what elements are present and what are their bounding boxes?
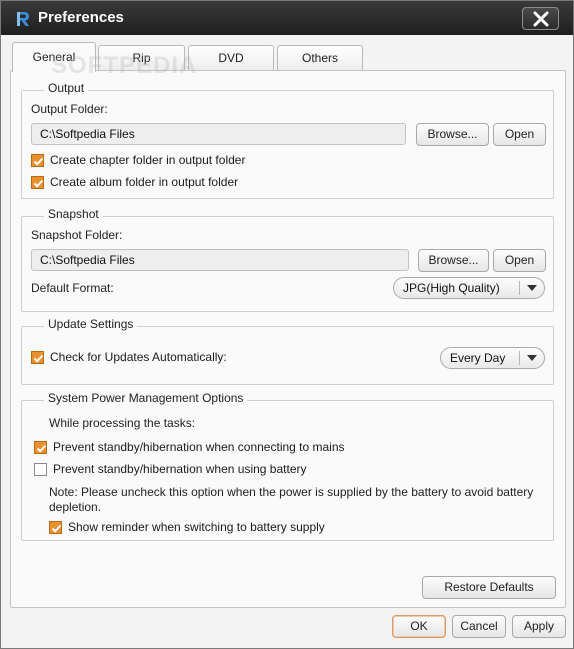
restore-defaults-button[interactable]: Restore Defaults xyxy=(422,576,556,599)
update-settings-legend: Update Settings xyxy=(44,317,138,331)
prevent-battery-label: Prevent standby/hibernation when using b… xyxy=(53,462,307,476)
album-folder-label: Create album folder in output folder xyxy=(50,175,239,189)
apply-button[interactable]: Apply xyxy=(512,615,566,638)
chapter-folder-checkbox[interactable] xyxy=(31,153,44,167)
auto-update-label: Check for Updates Automatically: xyxy=(50,350,227,364)
tab-general[interactable]: General xyxy=(12,42,96,72)
output-folder-label: Output Folder: xyxy=(31,102,108,116)
prevent-mains-label: Prevent standby/hibernation when connect… xyxy=(53,440,345,454)
close-button[interactable] xyxy=(522,7,559,30)
checkmark-icon xyxy=(33,179,44,188)
output-folder-field[interactable]: C:\Softpedia Files xyxy=(31,123,406,145)
snapshot-browse-button[interactable]: Browse... xyxy=(418,249,489,272)
chapter-folder-checkbox-row[interactable]: Create chapter folder in output folder xyxy=(31,153,245,167)
close-icon xyxy=(533,11,548,26)
auto-update-checkbox-row[interactable]: Check for Updates Automatically: xyxy=(31,350,227,364)
chapter-folder-label: Create chapter folder in output folder xyxy=(50,153,246,167)
cancel-button[interactable]: Cancel xyxy=(452,615,506,638)
battery-note-line2: depletion. xyxy=(49,500,102,514)
preferences-window: Preferences General Rip DVD Others SOFTP… xyxy=(0,0,574,649)
snapshot-folder-field[interactable]: C:\Softpedia Files xyxy=(31,249,409,271)
window-title: Preferences xyxy=(38,9,124,26)
snapshot-folder-label: Snapshot Folder: xyxy=(31,228,123,242)
album-folder-checkbox-row[interactable]: Create album folder in output folder xyxy=(31,175,238,189)
battery-reminder-checkbox[interactable] xyxy=(49,520,62,534)
output-open-button[interactable]: Open xyxy=(493,123,546,146)
prevent-mains-checkbox[interactable] xyxy=(34,440,47,454)
ok-button[interactable]: OK xyxy=(392,615,446,638)
prevent-battery-checkbox-row[interactable]: Prevent standby/hibernation when using b… xyxy=(34,462,307,476)
power-intro-label: While processing the tasks: xyxy=(49,416,196,430)
triangle-down-icon xyxy=(527,285,537,291)
tab-dvd[interactable]: DVD xyxy=(188,45,274,71)
default-format-value: JPG(High Quality) xyxy=(403,281,500,295)
checkmark-icon xyxy=(36,444,47,453)
default-format-dropdown[interactable]: JPG(High Quality) xyxy=(393,277,545,299)
prevent-battery-checkbox[interactable] xyxy=(34,462,47,476)
output-legend: Output xyxy=(44,81,89,95)
checkmark-icon xyxy=(33,354,44,363)
dropdown-separator xyxy=(519,281,520,295)
dropdown-separator xyxy=(519,351,520,365)
snapshot-legend: Snapshot xyxy=(44,207,103,221)
checkmark-icon xyxy=(51,524,62,533)
update-frequency-value: Every Day xyxy=(450,351,506,365)
tab-others[interactable]: Others xyxy=(277,45,363,71)
update-settings-group: Update Settings Check for Updates Automa… xyxy=(21,317,554,385)
battery-note-line1: Note: Please uncheck this option when th… xyxy=(49,485,534,499)
auto-update-checkbox[interactable] xyxy=(31,350,44,364)
power-management-group: System Power Management Options While pr… xyxy=(21,391,554,541)
general-tab-panel: Output Output Folder: C:\Softpedia Files… xyxy=(10,70,566,608)
snapshot-open-button[interactable]: Open xyxy=(493,249,546,272)
output-browse-button[interactable]: Browse... xyxy=(416,123,489,146)
output-group: Output Output Folder: C:\Softpedia Files… xyxy=(21,81,554,199)
checkmark-icon xyxy=(33,157,44,166)
app-logo-icon xyxy=(17,12,29,26)
snapshot-group: Snapshot Snapshot Folder: C:\Softpedia F… xyxy=(21,207,554,312)
triangle-down-icon xyxy=(527,355,537,361)
prevent-mains-checkbox-row[interactable]: Prevent standby/hibernation when connect… xyxy=(34,440,345,454)
default-format-label: Default Format: xyxy=(31,281,114,295)
update-frequency-dropdown[interactable]: Every Day xyxy=(440,347,545,369)
tab-rip[interactable]: Rip xyxy=(98,45,185,71)
battery-reminder-label: Show reminder when switching to battery … xyxy=(68,520,325,534)
title-bar[interactable]: Preferences xyxy=(1,1,573,35)
album-folder-checkbox[interactable] xyxy=(31,175,44,189)
battery-reminder-checkbox-row[interactable]: Show reminder when switching to battery … xyxy=(49,520,325,534)
power-management-legend: System Power Management Options xyxy=(44,391,248,405)
